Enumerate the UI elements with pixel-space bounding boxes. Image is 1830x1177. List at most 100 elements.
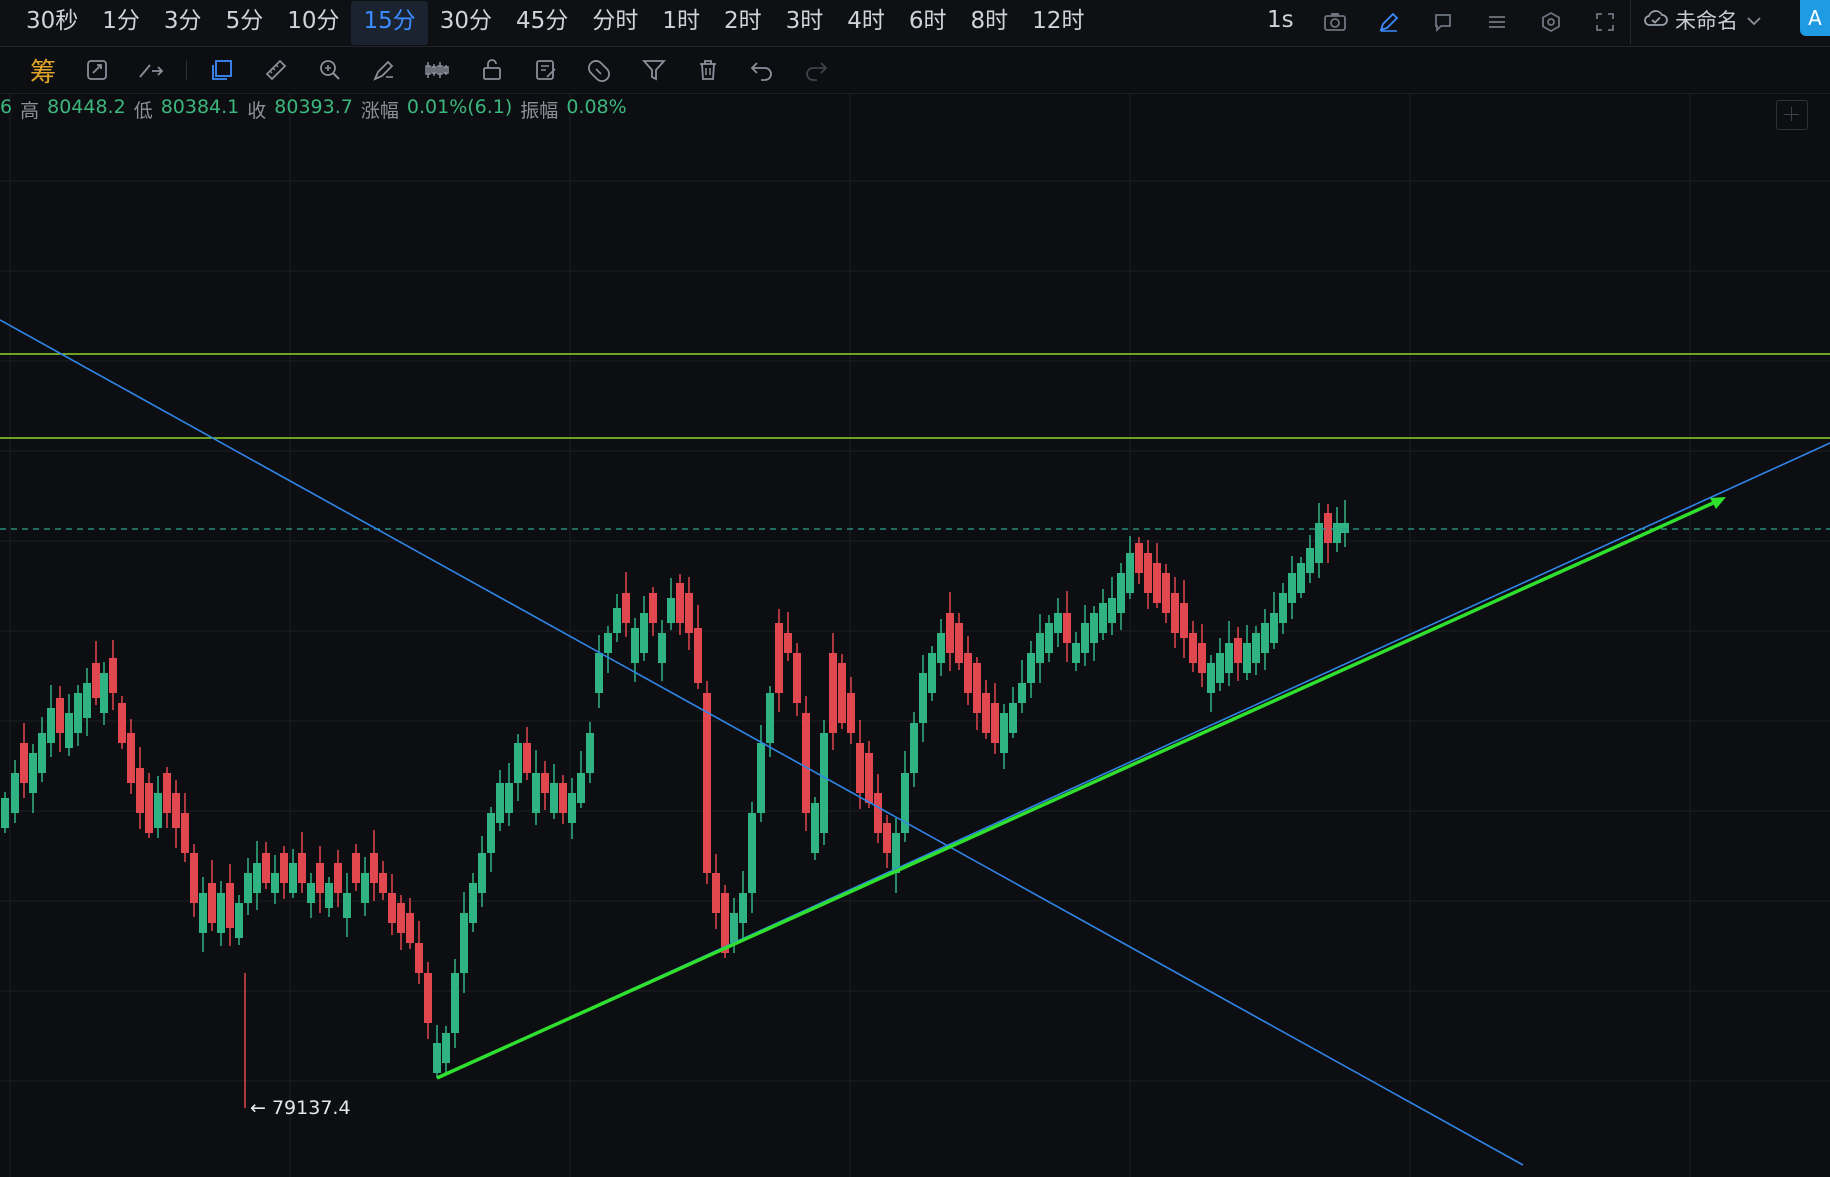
list-icon[interactable]	[1482, 7, 1512, 37]
undo-icon[interactable]	[745, 53, 779, 87]
candle-body	[1225, 643, 1233, 673]
candle-body	[946, 613, 954, 653]
topbar-right-tools: 1s	[1253, 0, 1632, 44]
filter-icon[interactable]	[637, 53, 671, 87]
candle-body	[640, 613, 648, 653]
comment-icon[interactable]	[1428, 7, 1458, 37]
timeframe-12-button[interactable]: 4时	[835, 1, 897, 45]
candle-body	[991, 703, 999, 743]
select-cursor-icon[interactable]	[205, 53, 239, 87]
candle-body	[829, 653, 837, 733]
candle-body	[352, 853, 360, 883]
chip-distribution-button[interactable]: 筹	[26, 53, 60, 88]
timeframe-15-button[interactable]: 12时	[1020, 1, 1096, 45]
camera-icon[interactable]	[1320, 7, 1350, 37]
sync-icon[interactable]	[80, 53, 114, 87]
candles-icon[interactable]	[421, 53, 455, 87]
timeframe-7-button[interactable]: 45分	[504, 1, 580, 45]
candle-body	[226, 883, 234, 928]
timeframe-9-button[interactable]: 1时	[650, 1, 712, 45]
candle-body	[451, 973, 459, 1033]
candle-body	[109, 658, 117, 693]
candle-body	[1063, 613, 1071, 643]
candle-body	[523, 743, 531, 773]
candle-body	[1, 798, 9, 828]
unlock-icon[interactable]	[475, 53, 509, 87]
magnet-icon[interactable]	[583, 53, 617, 87]
candle-body	[1306, 548, 1314, 573]
refresh-interval-button[interactable]: 1s	[1253, 0, 1308, 44]
trash-icon[interactable]	[691, 53, 725, 87]
timeframe-8-button[interactable]: 分时	[580, 1, 650, 45]
cloud-icon	[1643, 8, 1669, 33]
candle-body	[1189, 633, 1197, 663]
candle-body	[955, 623, 963, 663]
timeframe-0-button[interactable]: 30秒	[14, 1, 90, 45]
candlestick-chart[interactable]	[0, 93, 1830, 1177]
timeframe-11-button[interactable]: 3时	[774, 1, 836, 45]
zoom-in-icon[interactable]	[313, 53, 347, 87]
candle-body	[361, 873, 369, 903]
account-button[interactable]: A	[1800, 0, 1830, 36]
candle-body	[964, 653, 972, 693]
candles	[1, 500, 1349, 1108]
candle-body	[802, 713, 810, 813]
candle-body	[1090, 613, 1098, 643]
chart-crosshair-button[interactable]	[1776, 100, 1808, 130]
candle-body	[83, 683, 91, 718]
timeframe-13-button[interactable]: 6时	[897, 1, 959, 45]
timeframe-3-button[interactable]: 5分	[214, 1, 276, 45]
candle-body	[181, 813, 189, 853]
timeframe-10-button[interactable]: 2时	[712, 1, 774, 45]
layout-selector[interactable]: 未命名	[1643, 0, 1762, 40]
candle-body	[47, 708, 55, 743]
candle-body	[29, 753, 37, 793]
candle-body	[1324, 513, 1332, 543]
candle-body	[1252, 633, 1260, 663]
candle-body	[1081, 623, 1089, 653]
candle-body	[1261, 623, 1269, 653]
candle-body	[388, 893, 396, 923]
timeframe-2-button[interactable]: 3分	[152, 1, 214, 45]
ruler-icon[interactable]	[259, 53, 293, 87]
candle-body	[757, 743, 765, 813]
timeframe-5-button[interactable]: 15分	[351, 1, 428, 45]
timeframe-bar: 30秒 1分 3分 5分 10分 15分 30分 45分 分时 1时 2时 3时 4时 6时 8时 12时 1…	[0, 0, 1830, 47]
candle-body	[325, 883, 333, 908]
candle-body	[1036, 633, 1044, 663]
candle-body	[298, 853, 306, 883]
candle-body	[379, 873, 387, 893]
edit-note-icon[interactable]	[529, 53, 563, 87]
compare-icon[interactable]	[134, 53, 168, 87]
pencil-icon[interactable]	[1374, 7, 1404, 37]
candle-body	[703, 693, 711, 873]
timeframe-1-button[interactable]: 1分	[90, 1, 152, 45]
candle-body	[937, 633, 945, 663]
candle-body	[307, 883, 315, 903]
info-partial-value: 6	[0, 96, 13, 118]
low-value: 80384.1	[160, 96, 240, 118]
timeframe-6-button[interactable]: 30分	[428, 1, 504, 45]
candle-body	[334, 863, 342, 893]
candle-body	[1027, 653, 1035, 683]
timeframe-14-button[interactable]: 8时	[959, 1, 1021, 45]
brush-icon[interactable]	[367, 53, 401, 87]
candle-body	[910, 723, 918, 773]
fullscreen-icon[interactable]	[1590, 7, 1620, 37]
candle-body	[469, 883, 477, 923]
candle-body	[253, 863, 261, 893]
candle-body	[658, 633, 666, 663]
candle-body	[1297, 563, 1305, 593]
candle-body	[1279, 593, 1287, 623]
candle-body	[1162, 573, 1170, 613]
candle-body	[595, 653, 603, 693]
settings-icon[interactable]	[1536, 7, 1566, 37]
timeframe-4-button[interactable]: 10分	[275, 1, 351, 45]
candle-body	[532, 773, 540, 813]
redo-icon[interactable]	[799, 53, 833, 87]
candle-body	[433, 1043, 441, 1073]
candle-body	[1198, 643, 1206, 673]
candle-body	[631, 628, 639, 663]
candle-body	[1144, 553, 1152, 593]
candle-body	[1099, 603, 1107, 633]
